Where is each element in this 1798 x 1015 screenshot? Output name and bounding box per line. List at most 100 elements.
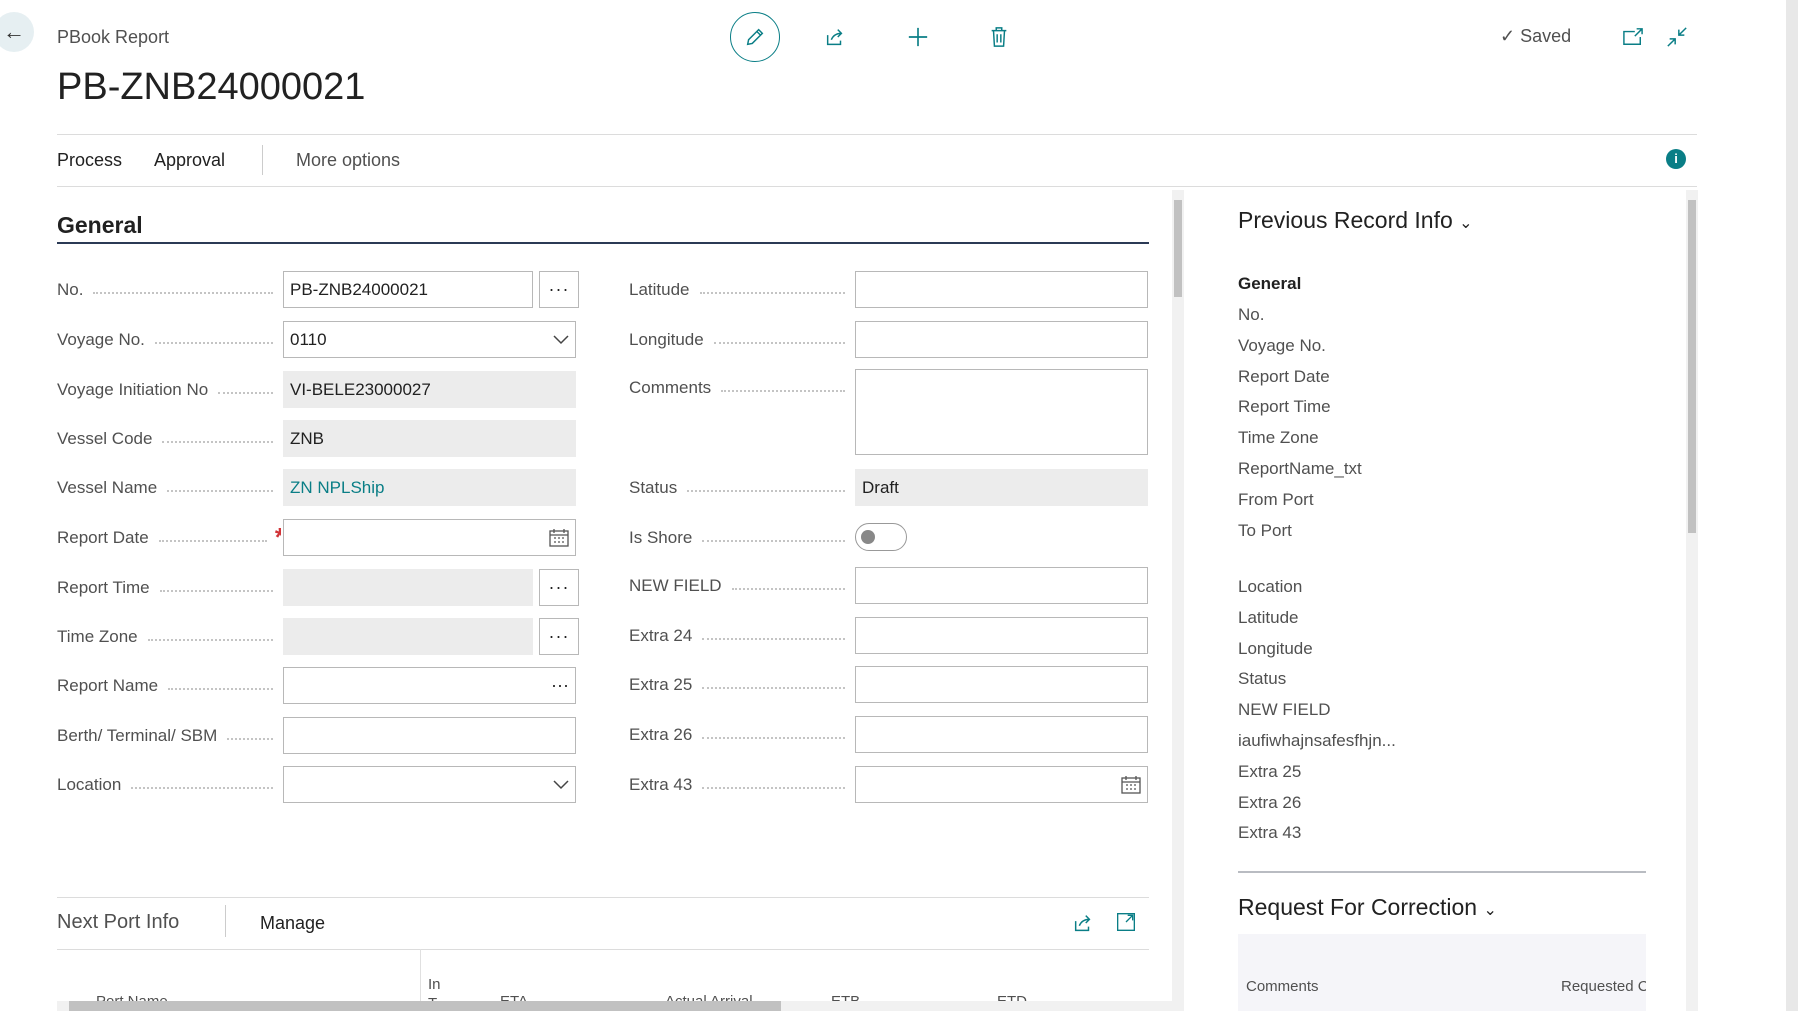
report-name-field[interactable]: ··· (283, 667, 576, 704)
voyage-no-value: 0110 (290, 329, 327, 349)
extra-43-field[interactable] (855, 766, 1148, 803)
extra-25-label-text: Extra 25 (629, 674, 693, 694)
required-asterisk-icon: * (275, 522, 281, 553)
factbox-field-to-port[interactable]: To Port (1238, 521, 1292, 541)
leader-dots (147, 638, 273, 641)
vessel-code-field: ZNB (283, 420, 576, 457)
calendar-icon[interactable] (1121, 775, 1141, 794)
factbox-field-report-date[interactable]: Report Date (1238, 367, 1330, 387)
leader-dots (159, 589, 273, 592)
factbox-field-location[interactable]: Location (1238, 577, 1302, 597)
share-button[interactable] (815, 17, 855, 57)
column-header-requested[interactable]: Requested C (1561, 978, 1646, 995)
vessel-name-value[interactable]: ZN NPLShip (290, 478, 384, 498)
calendar-icon[interactable] (549, 528, 569, 547)
column-header-comments[interactable]: Comments (1246, 978, 1319, 995)
factbox-field-time-zone[interactable]: Time Zone (1238, 428, 1319, 448)
no-lookup-button[interactable]: ··· (539, 271, 579, 308)
report-time-field (283, 569, 533, 606)
factbox-field-new-field[interactable]: NEW FIELD (1238, 700, 1331, 720)
factbox-field-from-port[interactable]: From Port (1238, 490, 1314, 510)
time-zone-field (283, 618, 533, 655)
correction-list: Comments Requested C (1238, 934, 1646, 1011)
tab-process[interactable]: Process (57, 150, 122, 171)
report-date-label-text: Report Date (57, 527, 149, 547)
longitude-field[interactable] (855, 321, 1148, 358)
location-field[interactable] (283, 766, 576, 803)
report-date-field[interactable] (283, 519, 576, 556)
column-divider (420, 949, 421, 1009)
separator (225, 905, 226, 937)
collapse-button[interactable] (1657, 17, 1697, 57)
chevron-down-icon[interactable] (553, 779, 569, 790)
factbox-field-no[interactable]: No. (1238, 305, 1264, 325)
chevron-down-icon: ⌄ (1459, 215, 1473, 232)
no-field[interactable]: PB-ZNB24000021 (283, 271, 533, 308)
field-label-is-shore: Is Shore (629, 519, 853, 556)
window-edge (1786, 0, 1798, 1011)
factbox-field-longitude[interactable]: Longitude (1238, 639, 1313, 659)
divider (57, 134, 1697, 135)
voyage-no-label-text: Voyage No. (57, 329, 145, 349)
page-title: PB-ZNB24000021 (57, 66, 366, 108)
is-shore-toggle[interactable] (855, 523, 907, 551)
request-for-correction-heading[interactable]: Request For Correction ⌄ (1238, 894, 1497, 921)
factbox-field-extra-25[interactable]: Extra 25 (1238, 762, 1301, 782)
field-label-extra-25: Extra 25 (629, 666, 853, 703)
scrollbar-thumb[interactable] (1174, 200, 1182, 297)
tab-approval[interactable]: Approval (154, 150, 225, 171)
comments-field[interactable] (855, 369, 1148, 455)
factbox-field-extra-43[interactable]: Extra 43 (1238, 823, 1301, 843)
leader-dots (702, 539, 845, 542)
factbox-field-latitude[interactable]: Latitude (1238, 608, 1299, 628)
info-icon[interactable]: i (1666, 149, 1686, 169)
scrollbar-thumb[interactable] (1688, 200, 1696, 533)
voyage-initiation-no-field: VI-BELE23000027 (283, 371, 576, 408)
tab-more-options[interactable]: More options (296, 150, 400, 171)
edit-button[interactable] (730, 12, 780, 62)
extra-24-field[interactable] (855, 617, 1148, 654)
back-button[interactable]: ← (0, 12, 34, 52)
new-button[interactable] (898, 17, 938, 57)
previous-record-info-heading[interactable]: Previous Record Info ⌄ (1238, 207, 1473, 234)
main-scrollbar[interactable] (1172, 190, 1184, 1011)
leader-dots (713, 341, 845, 344)
comments-label-text: Comments (629, 377, 712, 397)
factbox-field-voyage-no[interactable]: Voyage No. (1238, 336, 1326, 356)
leader-dots (227, 737, 273, 740)
share-list-button[interactable] (1072, 912, 1094, 939)
leader-dots (162, 440, 273, 443)
extra-26-field[interactable] (855, 716, 1148, 753)
factbox-field-report-time[interactable]: Report Time (1238, 397, 1331, 417)
voyage-no-field[interactable]: 0110 (283, 321, 576, 358)
voyage-initiation-no-value: VI-BELE23000027 (290, 379, 431, 399)
time-zone-lookup-button[interactable]: ··· (539, 618, 579, 655)
open-new-window-button[interactable] (1613, 17, 1653, 57)
leader-dots (702, 736, 845, 739)
vessel-name-field: ZN NPLShip (283, 469, 576, 506)
report-time-label-text: Report Time (57, 577, 150, 597)
new-field-field[interactable] (855, 567, 1148, 604)
factbox-scrollbar[interactable] (1686, 190, 1698, 1011)
location-label-text: Location (57, 774, 122, 794)
report-time-lookup-button[interactable]: ··· (539, 569, 579, 606)
more-options-icon[interactable]: ··· (551, 675, 569, 696)
berth-terminal-sbm-field[interactable] (283, 717, 576, 754)
field-label-berth-terminal-sbm: Berth/ Terminal/ SBM (57, 717, 281, 754)
horizontal-scrollbar[interactable] (57, 1001, 1172, 1011)
scrollbar-thumb[interactable] (69, 1001, 781, 1011)
latitude-field[interactable] (855, 271, 1148, 308)
is-shore-label-text: Is Shore (629, 527, 693, 547)
factbox-field-iaufiwhajnsafesfhjn[interactable]: iaufiwhajnsafesfhjn... (1238, 731, 1396, 751)
factbox-field-extra-26[interactable]: Extra 26 (1238, 793, 1301, 813)
chevron-down-icon[interactable] (553, 334, 569, 345)
factbox-field-status[interactable]: Status (1238, 669, 1286, 689)
delete-button[interactable] (979, 17, 1019, 57)
expand-list-button[interactable] (1116, 912, 1136, 937)
extra-25-field[interactable] (855, 666, 1148, 703)
expand-icon (1117, 913, 1135, 931)
vessel-code-label-text: Vessel Code (57, 428, 153, 448)
factbox-field-reportname-txt[interactable]: ReportName_txt (1238, 459, 1362, 479)
field-label-extra-26: Extra 26 (629, 716, 853, 753)
manage-button[interactable]: Manage (260, 913, 325, 934)
